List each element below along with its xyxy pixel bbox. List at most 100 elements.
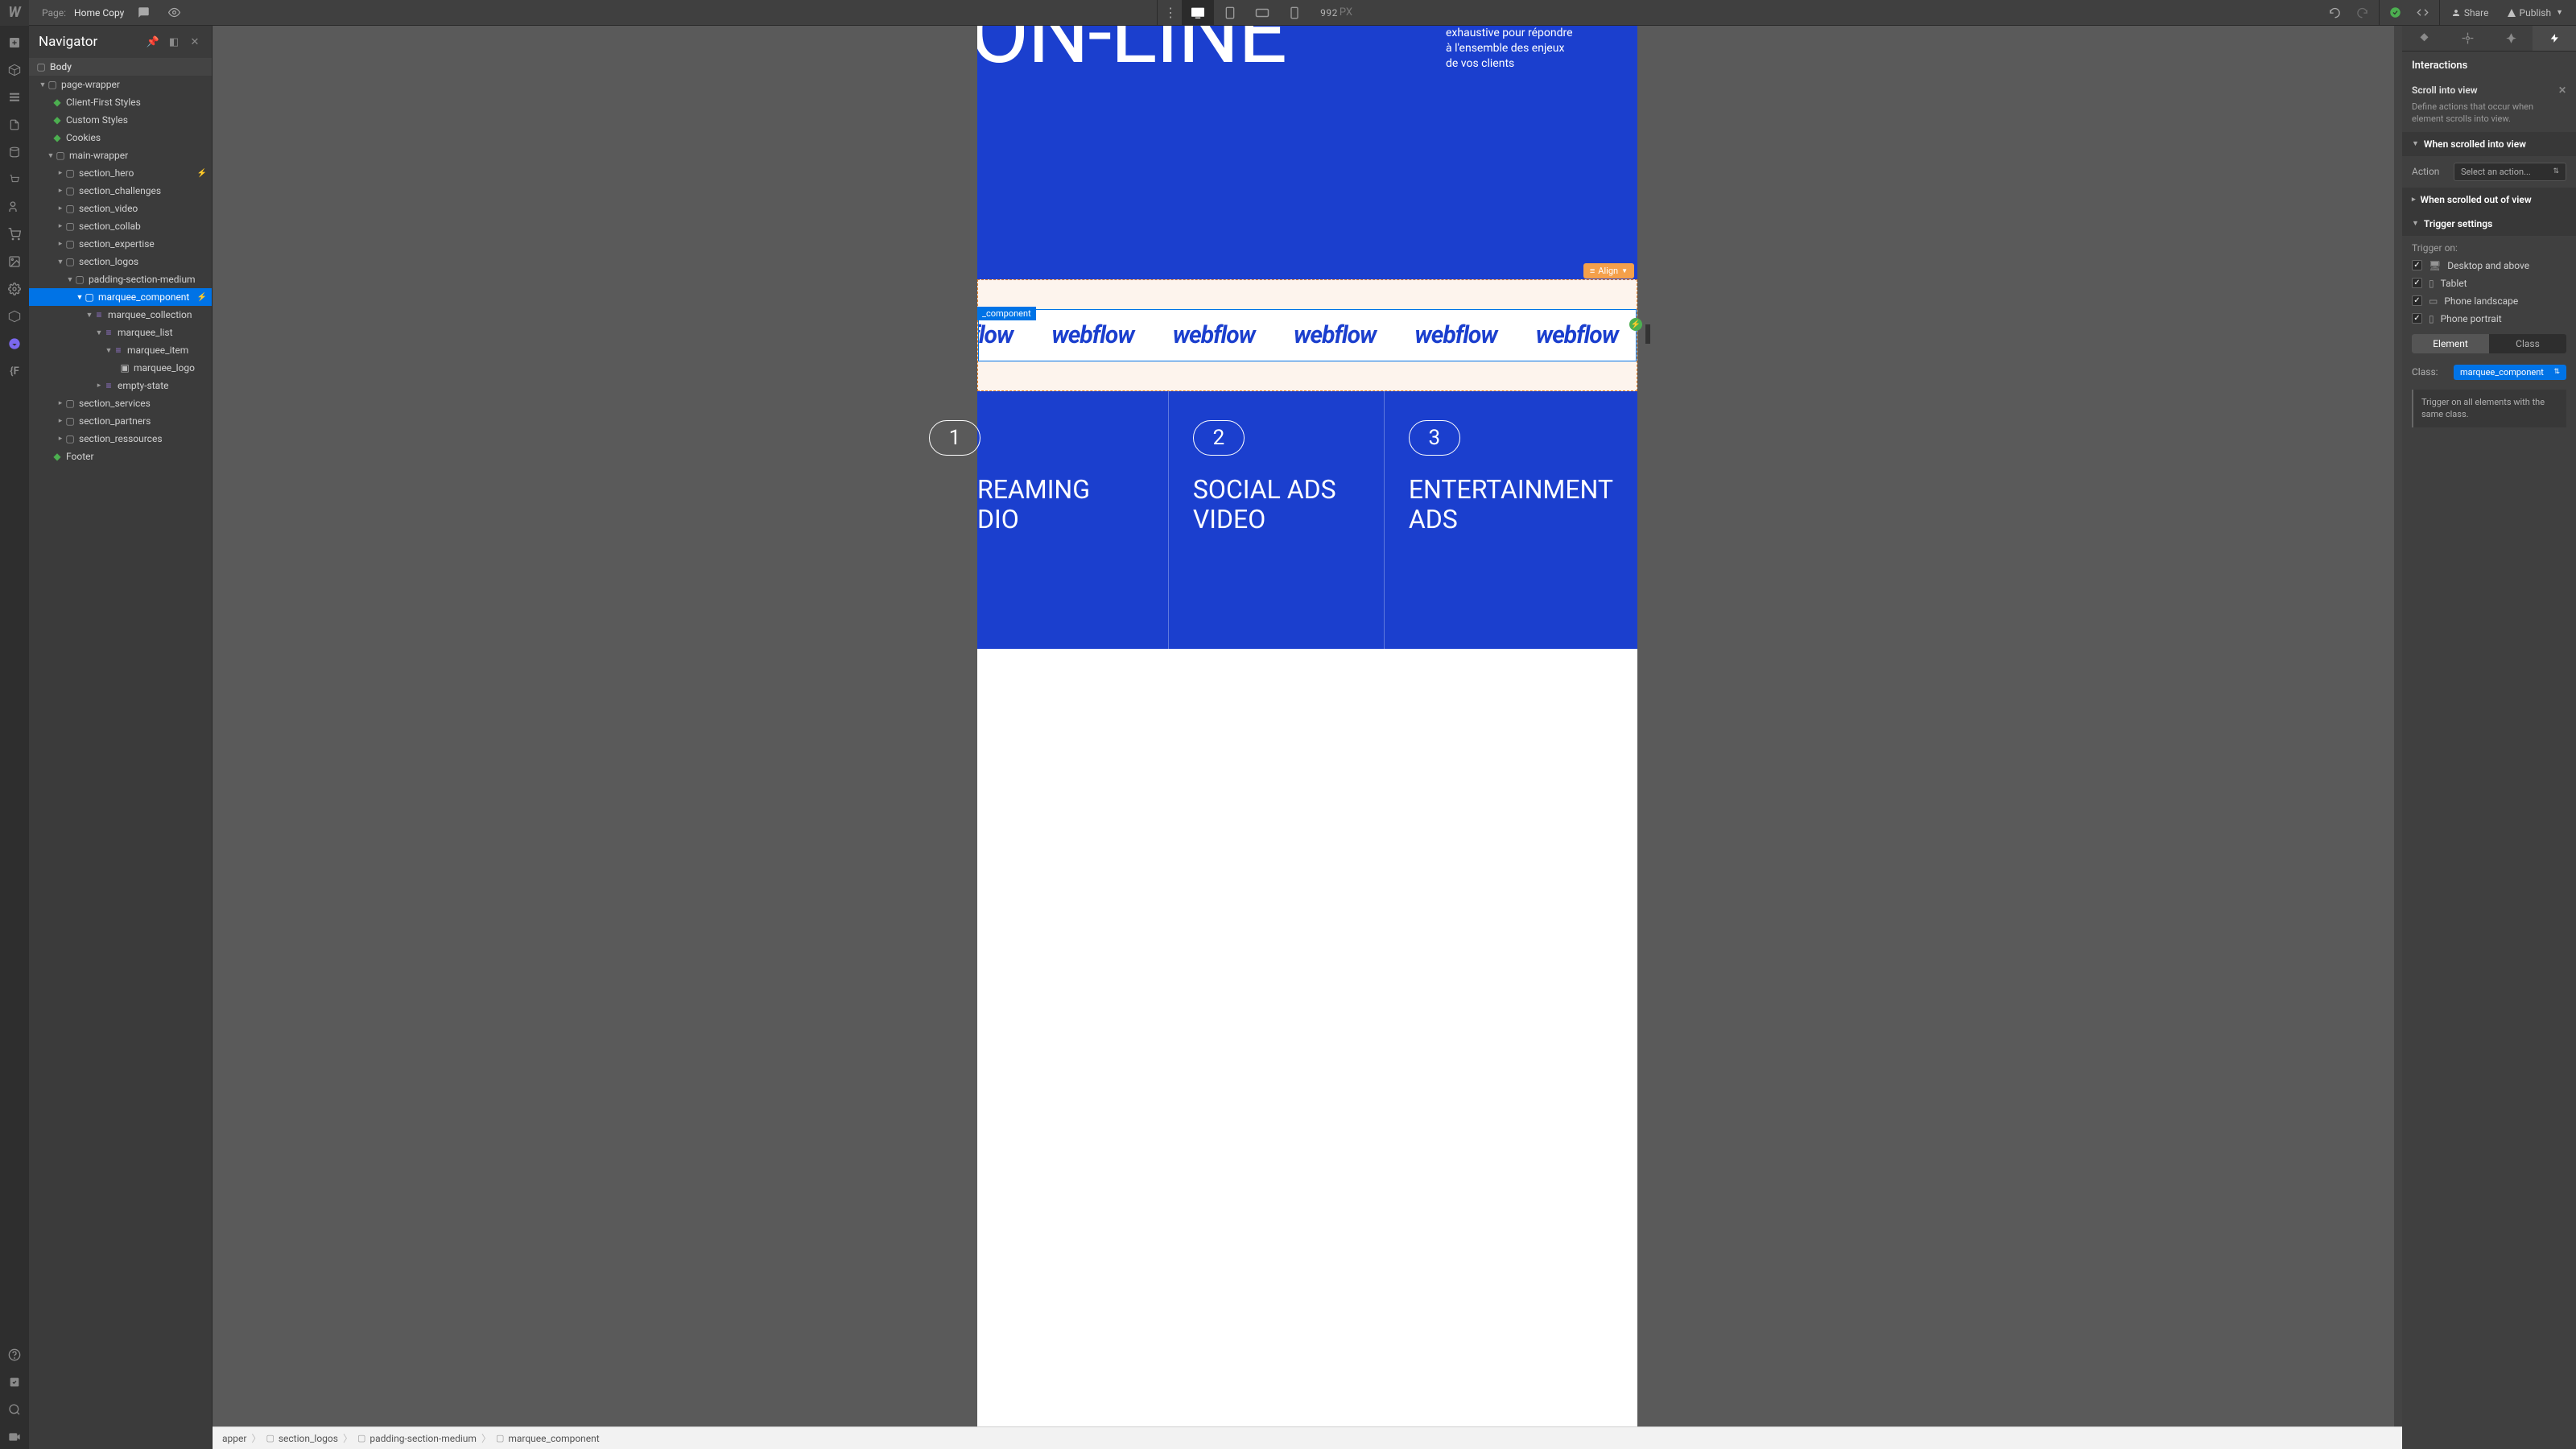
webflow-logo-icon[interactable]: W [0, 0, 29, 26]
landscape-device-button[interactable] [1246, 0, 1278, 26]
trigger-phone-landscape-checkbox[interactable]: ✓▭Phone landscape [2402, 292, 2576, 310]
tree-item[interactable]: ▸≡empty-state [29, 377, 212, 394]
trigger-phone-portrait-checkbox[interactable]: ✓▯Phone portrait [2402, 310, 2576, 328]
tree-item[interactable]: ◆Footer [29, 448, 212, 465]
search-icon[interactable] [2, 1397, 27, 1422]
class-chip[interactable]: marquee_component⇅ [2454, 365, 2566, 380]
seg-element[interactable]: Element [2412, 334, 2489, 353]
services-section[interactable]: 1 REAMINGDIO 2 SOCIAL ADSVIDEO 3 ENTERTA… [977, 391, 1637, 649]
tree-item-body[interactable]: ▢Body [29, 58, 212, 76]
tree-item[interactable]: ▼≡marquee_list [29, 324, 212, 341]
tree-item[interactable]: ▼▢padding-section-medium [29, 270, 212, 288]
status-check-icon[interactable] [2384, 2, 2407, 24]
breadcrumb-item[interactable]: ▢marquee_component [486, 1433, 609, 1444]
trigger-on-label: Trigger on: [2402, 236, 2576, 257]
tree-item[interactable]: ◆Cookies [29, 129, 212, 147]
add-element-icon[interactable] [2, 31, 27, 55]
tree-item[interactable]: ▸▢section_collab [29, 217, 212, 235]
tree-item[interactable]: ▸▢section_hero⚡ [29, 164, 212, 182]
breadcrumb-item[interactable]: ▢padding-section-medium [348, 1433, 486, 1444]
settings-icon[interactable] [2, 277, 27, 301]
dock-icon[interactable]: ◧ [167, 36, 181, 48]
action-select[interactable]: Select an action...⇅ [2454, 163, 2566, 181]
tree-item[interactable]: ▼▢main-wrapper [29, 147, 212, 164]
marquee-section[interactable]: ≡ Align ▼ _component ⚡ webflow webflow w… [977, 279, 1637, 391]
breadcrumb-bar: apper ▢section_logos ▢padding-section-me… [213, 1426, 2402, 1449]
breadcrumb-item[interactable]: apper [213, 1433, 256, 1444]
box-icon[interactable] [2, 58, 27, 82]
seg-class[interactable]: Class [2489, 334, 2566, 353]
service-column[interactable]: 2 SOCIAL ADSVIDEO [1169, 391, 1385, 649]
tree-item[interactable]: ▼≡marquee_collection [29, 306, 212, 324]
tree-item[interactable]: ◆Client-First Styles [29, 93, 212, 111]
style-tab-icon[interactable] [2402, 26, 2446, 51]
desktop-device-button[interactable] [1182, 0, 1214, 26]
service-column[interactable]: 3 ENTERTAINMENTADS [1385, 391, 1637, 649]
finsweet-icon[interactable]: {F [2, 359, 27, 383]
more-options-icon[interactable]: ⋮ [1159, 2, 1182, 24]
breadcrumb-item[interactable]: ▢section_logos [256, 1433, 348, 1444]
marquee-component[interactable]: webflow webflow webflow webflow webflow … [978, 309, 1637, 361]
apps-icon[interactable] [2, 332, 27, 356]
tree-item[interactable]: ▸▢section_partners [29, 412, 212, 430]
tree-item[interactable]: ▸▢section_ressources [29, 430, 212, 448]
resize-handle[interactable] [1645, 324, 1650, 344]
help-icon[interactable] [2, 1343, 27, 1367]
style-manager-tab-icon[interactable] [2489, 26, 2533, 51]
element-class-toggle[interactable]: Element Class [2412, 334, 2566, 353]
share-button[interactable]: Share [2445, 4, 2496, 22]
tree-item[interactable]: ▼≡marquee_item [29, 341, 212, 359]
trigger-tablet-checkbox[interactable]: ✓▯Tablet [2402, 275, 2576, 292]
assets-icon[interactable] [2, 222, 27, 246]
service-title: REAMINGDIO [977, 475, 1144, 535]
canvas-scrollbar[interactable] [2394, 26, 2402, 1426]
design-canvas[interactable]: ON-LINE exhaustive pour répondre à l'ens… [977, 26, 1637, 1426]
publish-button[interactable]: Publish ▼ [2500, 4, 2570, 22]
preview-icon[interactable] [163, 2, 185, 24]
tree-item[interactable]: ▸▢section_video [29, 200, 212, 217]
interactions-tab-icon[interactable] [2533, 26, 2576, 51]
tree-item[interactable]: ◆Custom Styles [29, 111, 212, 129]
tree-item[interactable]: ▸▢section_services [29, 394, 212, 412]
tree-item[interactable]: ▸▢section_expertise [29, 235, 212, 253]
users-icon[interactable] [2, 195, 27, 219]
tree-item-selected[interactable]: ▼▢marquee_component⚡ [29, 288, 212, 306]
tablet-device-button[interactable] [1214, 0, 1246, 26]
trigger-settings-header[interactable]: ▼Trigger settings [2402, 212, 2576, 236]
image-assets-icon[interactable] [2, 250, 27, 274]
align-badge[interactable]: ≡ Align ▼ [1583, 263, 1634, 279]
tree-item[interactable]: ▣marquee_logo [29, 359, 212, 377]
hero-title: ON-LINE [977, 26, 1286, 71]
redo-icon[interactable] [2351, 2, 2374, 24]
variables-icon[interactable] [2, 304, 27, 328]
audit-icon[interactable] [2, 1370, 27, 1394]
when-scrolled-in-header[interactable]: ▼When scrolled into view [2402, 132, 2576, 156]
undo-icon[interactable] [2324, 2, 2347, 24]
marquee-logo-item: webflow [1051, 321, 1133, 349]
navigator-icon[interactable] [2, 85, 27, 109]
pin-icon[interactable]: 📌 [146, 36, 160, 48]
settings-tab-icon[interactable] [2446, 26, 2489, 51]
pages-icon[interactable] [2, 113, 27, 137]
comments-icon[interactable] [132, 2, 155, 24]
close-trigger-icon[interactable]: ✕ [2558, 85, 2566, 96]
action-label: Action [2412, 166, 2447, 177]
trigger-desktop-checkbox[interactable]: ✓🖥Desktop and above [2402, 257, 2576, 275]
interaction-bolt-icon[interactable]: ⚡ [1629, 318, 1642, 331]
video-icon[interactable] [2, 1425, 27, 1449]
tree-item[interactable]: ▸▢section_challenges [29, 182, 212, 200]
service-column[interactable]: 1 REAMINGDIO [913, 391, 1169, 649]
when-scrolled-out-header[interactable]: ▸When scrolled out of view [2402, 188, 2576, 212]
ecommerce-icon[interactable] [2, 167, 27, 192]
page-name[interactable]: Home Copy [74, 7, 124, 19]
close-icon[interactable]: ✕ [188, 36, 202, 48]
code-export-icon[interactable] [2412, 2, 2434, 24]
mobile-device-button[interactable] [1278, 0, 1311, 26]
canvas-width-value[interactable]: 992 [1320, 7, 1338, 19]
cms-icon[interactable] [2, 140, 27, 164]
tree-item[interactable]: ▼▢page-wrapper [29, 76, 212, 93]
hero-section[interactable]: ON-LINE exhaustive pour répondre à l'ens… [977, 26, 1637, 279]
selection-tag[interactable]: _component [977, 307, 1036, 320]
marquee-logo-item: webflow [1173, 321, 1255, 349]
tree-item[interactable]: ▼▢section_logos [29, 253, 212, 270]
